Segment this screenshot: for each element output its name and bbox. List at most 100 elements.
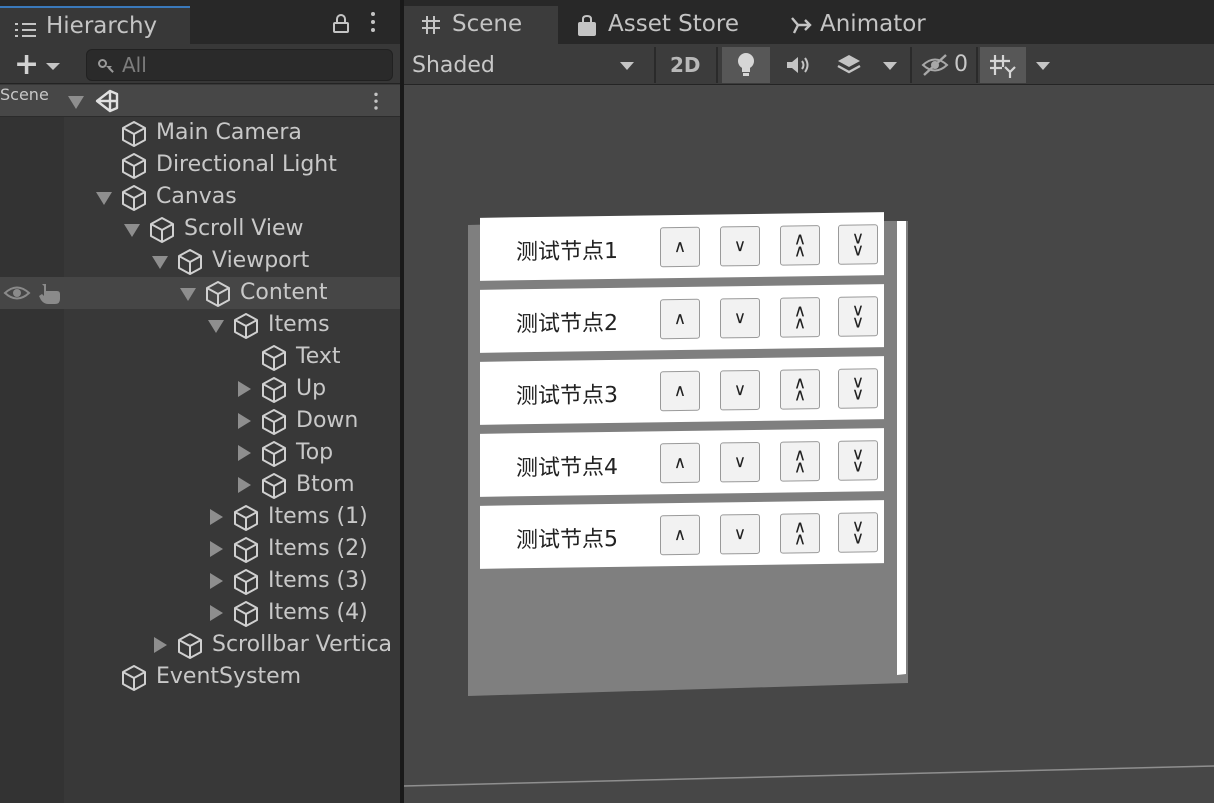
move-bottom-button[interactable]: ∨ ∨ bbox=[838, 440, 878, 481]
tree-row-scrollbar-vertical[interactable]: Scrollbar Vertica bbox=[0, 629, 400, 661]
unity-logo-icon bbox=[95, 89, 119, 113]
tree-row-content[interactable]: Content bbox=[0, 277, 400, 309]
lock-icon[interactable] bbox=[333, 14, 349, 33]
tree-row-items-2[interactable]: Items (2) bbox=[0, 533, 400, 565]
tab-animator[interactable]: Animator bbox=[784, 6, 944, 44]
animator-icon bbox=[791, 17, 812, 34]
add-object-button[interactable]: + bbox=[10, 50, 68, 80]
gizmos-dropdown[interactable] bbox=[1028, 47, 1058, 83]
expand-arrow-icon[interactable] bbox=[210, 605, 223, 621]
move-top-button[interactable]: ∧ ∧ bbox=[780, 369, 820, 410]
tree-label: Up bbox=[296, 376, 327, 401]
tree-row-text[interactable]: Text bbox=[0, 341, 400, 373]
tree-row-items-4[interactable]: Items (4) bbox=[0, 597, 400, 629]
tree-row-items-3[interactable]: Items (3) bbox=[0, 565, 400, 597]
expand-arrow-icon[interactable] bbox=[238, 477, 251, 493]
expand-arrow-icon[interactable] bbox=[180, 288, 196, 301]
gameobject-cube-icon bbox=[234, 601, 258, 627]
move-up-button[interactable]: ∧ bbox=[660, 298, 700, 340]
expand-arrow-icon[interactable] bbox=[124, 224, 140, 237]
move-down-button[interactable]: ∨ bbox=[720, 441, 760, 483]
gameobject-cube-icon bbox=[206, 281, 230, 307]
tree-row-event-system[interactable]: EventSystem bbox=[0, 661, 400, 693]
tree-label: Main Camera bbox=[156, 120, 302, 145]
tree-row-items[interactable]: Items bbox=[0, 309, 400, 341]
move-up-button[interactable]: ∧ bbox=[660, 514, 700, 556]
gameobject-cube-icon bbox=[122, 153, 146, 179]
expand-arrow-icon[interactable] bbox=[210, 509, 223, 525]
draw-mode-dropdown[interactable]: Shaded bbox=[404, 47, 648, 83]
tree-row-canvas[interactable]: Canvas bbox=[0, 181, 400, 213]
move-bottom-button[interactable]: ∨ ∨ bbox=[838, 368, 878, 409]
tree-row-main-camera[interactable]: Main Camera bbox=[0, 117, 400, 149]
pickable-hand-icon[interactable] bbox=[37, 280, 61, 306]
hierarchy-search bbox=[86, 49, 393, 81]
move-up-button[interactable]: ∧ bbox=[660, 370, 700, 412]
move-up-button[interactable]: ∧ bbox=[660, 226, 700, 268]
tree-label: Items (4) bbox=[268, 600, 368, 625]
tab-asset-store[interactable]: Asset Store bbox=[570, 6, 754, 44]
expand-arrow-icon[interactable] bbox=[210, 541, 223, 557]
gameobject-cube-icon bbox=[150, 217, 174, 243]
move-bottom-button[interactable]: ∨ ∨ bbox=[838, 224, 878, 265]
tree-label: Items (2) bbox=[268, 536, 368, 561]
tab-scene-label: Scene bbox=[452, 11, 523, 37]
tree-row-scroll-view[interactable]: Scroll View bbox=[0, 213, 400, 245]
toggle-2d-button[interactable]: 2D bbox=[660, 47, 710, 83]
move-down-button[interactable]: ∨ bbox=[720, 225, 760, 267]
gizmos-toggle-button[interactable] bbox=[980, 47, 1026, 83]
hierarchy-toolbar: + bbox=[0, 44, 400, 84]
tree-label: Directional Light bbox=[156, 152, 337, 177]
gameobject-cube-icon bbox=[122, 121, 146, 147]
expand-arrow-icon[interactable] bbox=[68, 96, 84, 109]
tab-scene[interactable]: Scene bbox=[404, 6, 558, 44]
tree-label: Content bbox=[240, 280, 328, 305]
audio-toggle-button[interactable] bbox=[774, 47, 822, 83]
tree-row-down[interactable]: Down bbox=[0, 405, 400, 437]
move-top-button[interactable]: ∧ ∧ bbox=[780, 297, 820, 338]
scroll-view-object[interactable]: 测试节点1 ∧ ∨ ∧ ∧ ∨ ∨ 测试节点2 ∧ ∨ ∧ ∧ ∨ ∨ 测试节点… bbox=[468, 212, 908, 701]
move-down-button[interactable]: ∨ bbox=[720, 297, 760, 339]
lighting-toggle-button[interactable] bbox=[722, 47, 770, 83]
expand-arrow-icon[interactable] bbox=[238, 445, 251, 461]
move-bottom-button[interactable]: ∨ ∨ bbox=[838, 512, 878, 553]
visibility-eye-icon[interactable] bbox=[3, 283, 31, 303]
tree-row-scene[interactable]: Scene bbox=[0, 85, 400, 117]
expand-arrow-icon[interactable] bbox=[238, 413, 251, 429]
tab-hierarchy[interactable]: Hierarchy bbox=[0, 6, 190, 44]
move-up-button[interactable]: ∧ bbox=[660, 442, 700, 484]
expand-arrow-icon[interactable] bbox=[210, 573, 223, 589]
gameobject-cube-icon bbox=[234, 569, 258, 595]
scene-panel: Scene Asset Store Animator Shaded 2D 0 测… bbox=[404, 0, 1214, 803]
effects-toggle-button[interactable] bbox=[826, 47, 872, 83]
move-bottom-button[interactable]: ∨ ∨ bbox=[838, 296, 878, 337]
kebab-menu-icon[interactable] bbox=[370, 12, 376, 34]
expand-arrow-icon[interactable] bbox=[152, 256, 168, 269]
expand-arrow-icon[interactable] bbox=[238, 381, 251, 397]
tree-label: Items bbox=[268, 312, 330, 337]
tree-row-items-1[interactable]: Items (1) bbox=[0, 501, 400, 533]
expand-arrow-icon[interactable] bbox=[154, 637, 167, 653]
move-down-button[interactable]: ∨ bbox=[720, 369, 760, 411]
move-down-button[interactable]: ∨ bbox=[720, 513, 760, 555]
tab-asset-store-label: Asset Store bbox=[608, 11, 739, 37]
tree-row-viewport[interactable]: Viewport bbox=[0, 245, 400, 277]
expand-arrow-icon[interactable] bbox=[96, 192, 112, 205]
scene-viewport[interactable]: 测试节点1 ∧ ∨ ∧ ∧ ∨ ∨ 测试节点2 ∧ ∨ ∧ ∧ ∨ ∨ 测试节点… bbox=[404, 86, 1214, 803]
grid-icon bbox=[422, 16, 440, 34]
tree-row-top[interactable]: Top bbox=[0, 437, 400, 469]
chevron-down-icon bbox=[1036, 62, 1050, 70]
tree-label: Scroll View bbox=[184, 216, 304, 241]
effects-dropdown[interactable] bbox=[874, 47, 906, 83]
move-top-button[interactable]: ∧ ∧ bbox=[780, 513, 820, 554]
move-top-button[interactable]: ∧ ∧ bbox=[780, 225, 820, 266]
search-input[interactable] bbox=[122, 52, 382, 78]
scene-kebab-menu-icon[interactable] bbox=[373, 92, 378, 112]
tree-row-directional-light[interactable]: Directional Light bbox=[0, 149, 400, 181]
tree-row-up[interactable]: Up bbox=[0, 373, 400, 405]
hidden-count: 0 bbox=[954, 52, 968, 77]
hidden-objects-toggle[interactable]: 0 bbox=[916, 47, 976, 83]
move-top-button[interactable]: ∧ ∧ bbox=[780, 441, 820, 482]
expand-arrow-icon[interactable] bbox=[208, 320, 224, 333]
tree-row-btom[interactable]: Btom bbox=[0, 469, 400, 501]
